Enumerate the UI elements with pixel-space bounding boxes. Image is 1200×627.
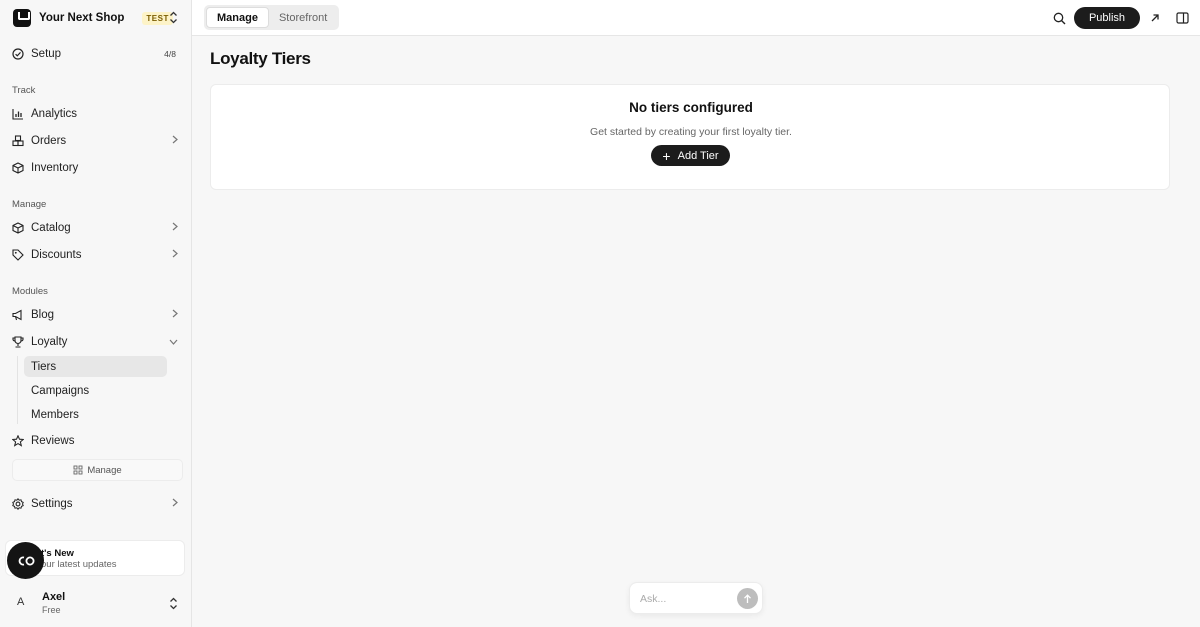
- chevron-right-icon: [172, 222, 178, 234]
- tag-icon: [12, 249, 24, 261]
- send-button[interactable]: [737, 588, 758, 609]
- manage-modules-button[interactable]: Manage: [12, 459, 183, 481]
- sidebar-item-label: Loyalty: [31, 336, 68, 348]
- avatar: A: [17, 596, 25, 608]
- sidebar-item-label: Analytics: [31, 108, 78, 120]
- sidebar-item-label: Inventory: [31, 162, 79, 174]
- mode-switcher: Manage Storefront: [204, 5, 340, 30]
- sidebar-item-label: Blog: [31, 309, 55, 321]
- empty-state-card: No tiers configured Get started by creat…: [210, 84, 1170, 190]
- sidebar-subitem-tiers[interactable]: Tiers: [24, 356, 167, 377]
- sidebar-item-label: Setup: [31, 48, 62, 60]
- publish-button[interactable]: Publish: [1074, 7, 1140, 29]
- sidebar-subitem-label: Campaigns: [31, 384, 90, 397]
- sidebar-item-label: Settings: [31, 498, 73, 510]
- sidebar-subitem-campaigns[interactable]: Campaigns: [24, 380, 167, 401]
- sidebar-item-blog[interactable]: Blog: [0, 303, 192, 327]
- plus-icon: +: [662, 147, 671, 164]
- package-icon: [12, 162, 24, 174]
- empty-state-subtitle: Get started by creating your first loyal…: [590, 126, 792, 138]
- manage-button-label: Manage: [87, 464, 122, 476]
- whats-new-title: t's New: [41, 548, 74, 559]
- sidebar-item-analytics[interactable]: Analytics: [0, 102, 192, 126]
- setup-progress: 4/8: [164, 49, 176, 59]
- chevron-up-down-icon: [169, 597, 177, 610]
- sidebar-item-settings[interactable]: Settings: [0, 492, 192, 516]
- sidebar-item-label: Reviews: [31, 435, 75, 447]
- search-icon[interactable]: [1051, 10, 1067, 26]
- boxes-icon: [12, 135, 24, 147]
- chevron-right-icon: [172, 249, 178, 261]
- panel-toggle-icon[interactable]: [1174, 10, 1190, 26]
- top-bar: Manage Storefront Publish: [192, 0, 1200, 36]
- add-tier-label: Add Tier: [677, 149, 719, 162]
- sidebar-item-orders[interactable]: Orders: [0, 129, 192, 153]
- sidebar-item-label: Discounts: [31, 249, 82, 261]
- section-label-modules: Modules: [12, 286, 48, 297]
- sidebar-subitem-label: Tiers: [31, 360, 57, 373]
- assistant-logo-icon: [16, 555, 36, 567]
- chevron-right-icon: [172, 135, 178, 147]
- external-link-icon[interactable]: [1147, 10, 1163, 26]
- user-plan: Free: [42, 605, 61, 615]
- tab-storefront[interactable]: Storefront: [269, 7, 337, 28]
- star-icon: [12, 435, 24, 447]
- ask-assistant-box: [629, 582, 763, 614]
- sidebar-item-label: Catalog: [31, 222, 71, 234]
- chevron-right-icon: [172, 309, 178, 321]
- sidebar-item-reviews[interactable]: Reviews: [0, 429, 192, 453]
- assistant-launcher-button[interactable]: [7, 542, 44, 579]
- chevron-down-icon: [169, 336, 178, 348]
- page-title: Loyalty Tiers: [210, 49, 311, 68]
- section-label-manage: Manage: [12, 199, 47, 210]
- main-content: Loyalty Tiers No tiers configured Get st…: [192, 37, 1200, 627]
- box-icon: [12, 222, 24, 234]
- shop-logo-icon: [13, 9, 31, 27]
- sidebar-item-label: Orders: [31, 135, 67, 147]
- sidebar-item-inventory[interactable]: Inventory: [0, 156, 192, 180]
- chevron-up-down-icon: [169, 11, 177, 24]
- megaphone-icon: [12, 309, 24, 321]
- trophy-icon: [12, 336, 24, 348]
- sidebar-subitem-label: Members: [31, 408, 79, 421]
- tab-manage[interactable]: Manage: [206, 7, 269, 28]
- bar-chart-icon: [12, 108, 24, 120]
- sidebar: Your Next Shop TEST Setup 4/8 Track Anal…: [0, 0, 192, 627]
- sidebar-item-setup[interactable]: Setup 4/8: [0, 42, 192, 66]
- user-menu[interactable]: A Axel Free: [0, 585, 192, 627]
- check-circle-icon: [12, 48, 24, 60]
- sidebar-item-loyalty[interactable]: Loyalty: [0, 330, 192, 354]
- sidebar-item-catalog[interactable]: Catalog: [0, 216, 192, 240]
- user-name: Axel: [42, 591, 66, 603]
- section-label-track: Track: [12, 85, 36, 96]
- shop-name: Your Next Shop: [39, 12, 125, 24]
- modules-grid-icon: [73, 465, 83, 475]
- add-tier-button[interactable]: + Add Tier: [651, 145, 730, 166]
- sidebar-item-discounts[interactable]: Discounts: [0, 243, 192, 267]
- sidebar-subitem-members[interactable]: Members: [24, 404, 167, 425]
- whats-new-subtitle: our latest updates: [41, 559, 117, 570]
- empty-state-title: No tiers configured: [629, 100, 753, 115]
- chevron-right-icon: [172, 498, 178, 510]
- shop-switcher[interactable]: Your Next Shop TEST: [0, 0, 192, 36]
- ask-input[interactable]: [640, 591, 730, 607]
- gear-icon: [12, 498, 24, 510]
- submenu-guide-line: [17, 356, 18, 424]
